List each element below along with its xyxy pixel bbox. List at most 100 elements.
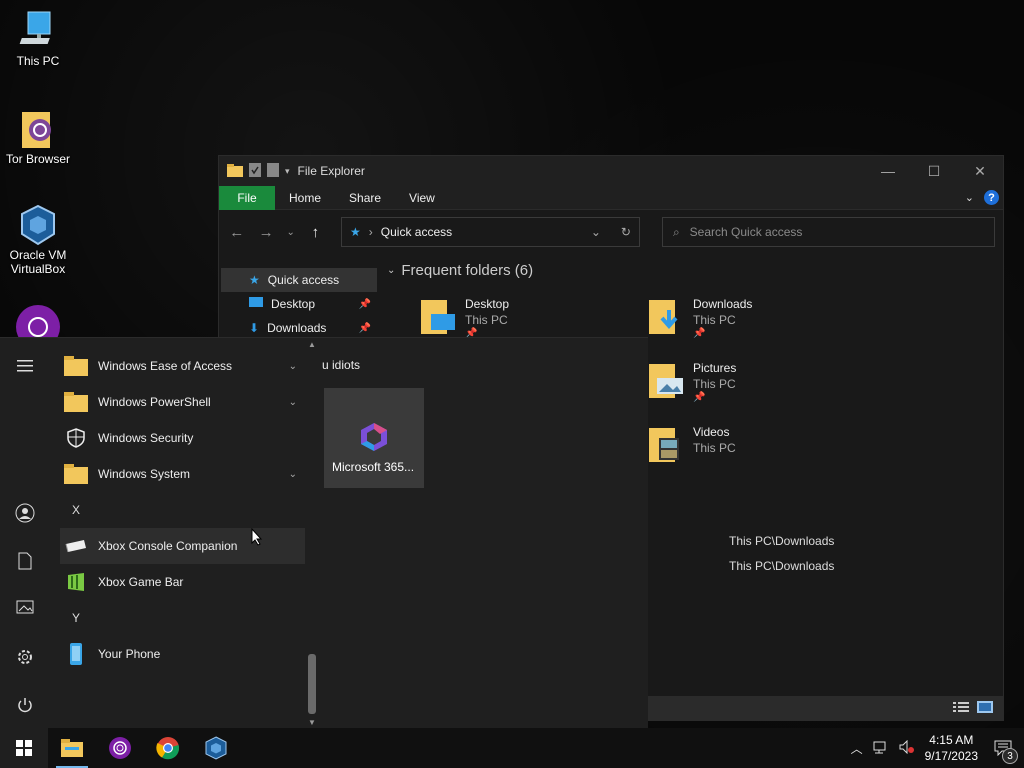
ribbon-tabs: File Home Share View ⌄ ? bbox=[219, 185, 1003, 210]
nav-label: Quick access bbox=[267, 273, 340, 287]
folder-icon bbox=[64, 463, 88, 485]
desktop-folder-icon bbox=[419, 296, 457, 336]
app-windows-powershell[interactable]: Windows PowerShell ⌄ bbox=[60, 384, 305, 420]
customize-dropdown-icon[interactable]: ▾ bbox=[285, 166, 290, 177]
quick-access-toolbar: ▾ bbox=[219, 162, 290, 180]
app-windows-security[interactable]: Windows Security bbox=[60, 420, 305, 456]
folder-tile-pictures[interactable]: Pictures This PC 📌 bbox=[647, 360, 736, 403]
pictures-folder-icon bbox=[647, 360, 685, 400]
up-arrow-icon[interactable]: ↑ bbox=[306, 224, 325, 241]
address-dropdown-icon[interactable]: ⌄ bbox=[591, 225, 601, 239]
download-icon: ⬇ bbox=[249, 321, 260, 335]
recent-file-path[interactable]: This PC\Downloads bbox=[729, 559, 834, 573]
pin-icon: 📌 bbox=[358, 298, 371, 310]
hamburger-menu-icon[interactable] bbox=[0, 360, 50, 372]
phone-icon bbox=[64, 643, 88, 665]
pin-icon: 📌 bbox=[693, 328, 706, 339]
scroll-up-icon[interactable]: ▲ bbox=[306, 340, 318, 349]
app-your-phone[interactable]: Your Phone bbox=[60, 636, 305, 672]
maximize-button[interactable]: ☐ bbox=[911, 156, 957, 186]
app-windows-system[interactable]: Windows System ⌄ bbox=[60, 456, 305, 492]
app-label: Your Phone bbox=[98, 647, 161, 661]
letter-header-x[interactable]: X bbox=[60, 492, 305, 528]
desktop-icon-this-pc[interactable]: This PC bbox=[0, 10, 76, 68]
details-view-icon[interactable] bbox=[953, 701, 969, 716]
help-icon[interactable]: ? bbox=[984, 190, 999, 205]
chevron-down-icon: ⌄ bbox=[288, 396, 297, 408]
expand-ribbon-icon[interactable]: ⌄ bbox=[965, 191, 974, 204]
tab-share[interactable]: Share bbox=[335, 186, 395, 210]
start-button[interactable] bbox=[0, 728, 48, 768]
shield-icon bbox=[64, 427, 88, 449]
action-center-button[interactable]: 3 bbox=[988, 740, 1018, 764]
taskbar-file-explorer[interactable] bbox=[48, 728, 96, 768]
taskbar-virtualbox[interactable] bbox=[192, 728, 240, 768]
search-box[interactable]: ⌕ Search Quick access bbox=[661, 217, 995, 247]
desktop-icon-tor-browser[interactable]: Tor Browser bbox=[0, 108, 76, 166]
folder-name: Downloads bbox=[693, 297, 753, 311]
clock[interactable]: 4:15 AM 9/17/2023 bbox=[925, 732, 978, 764]
folder-tile-videos[interactable]: Videos This PC bbox=[647, 424, 736, 464]
address-bar[interactable]: ★ › Quick access ⌄ ↻ bbox=[341, 217, 640, 247]
folder-name: Desktop bbox=[465, 297, 510, 311]
large-icons-view-icon[interactable] bbox=[977, 700, 993, 716]
taskbar-chrome[interactable] bbox=[144, 728, 192, 768]
taskbar-tor-browser[interactable] bbox=[96, 728, 144, 768]
app-label: Xbox Game Bar bbox=[98, 575, 184, 589]
nav-item-quick-access[interactable]: ★ Quick access bbox=[221, 268, 377, 292]
file-explorer-icon bbox=[61, 739, 83, 757]
pin-icon: 📌 bbox=[358, 322, 371, 334]
app-xbox-game-bar[interactable]: Xbox Game Bar bbox=[60, 564, 305, 600]
settings-gear-icon[interactable] bbox=[0, 648, 50, 666]
chevron-down-icon: ⌄ bbox=[288, 360, 297, 372]
back-arrow-icon[interactable]: ← bbox=[227, 224, 246, 241]
app-label: Windows System bbox=[98, 467, 191, 481]
desktop-icon-label: This PC bbox=[16, 54, 60, 68]
chevron-down-icon: ⌄ bbox=[387, 265, 396, 276]
folder-location: This PC bbox=[693, 377, 736, 391]
tab-view[interactable]: View bbox=[395, 186, 449, 210]
user-account-icon[interactable] bbox=[0, 503, 50, 523]
navigation-bar: ← → ⌄ ↑ ★ › Quick access ⌄ ↻ ⌕ Search Qu… bbox=[219, 210, 1003, 254]
tab-home[interactable]: Home bbox=[275, 186, 335, 210]
system-tray: ︿ 4:15 AM 9/17/2023 3 bbox=[851, 728, 1024, 768]
refresh-icon[interactable]: ↻ bbox=[621, 225, 631, 239]
tile-group-title[interactable]: u idiots bbox=[322, 358, 360, 372]
letter-header-y[interactable]: Y bbox=[60, 600, 305, 636]
app-windows-ease-of-access[interactable]: Windows Ease of Access ⌄ bbox=[60, 348, 305, 384]
recent-locations-icon[interactable]: ⌄ bbox=[286, 227, 296, 238]
nav-item-desktop[interactable]: Desktop 📌 bbox=[221, 292, 377, 316]
nav-label: Desktop bbox=[271, 297, 316, 311]
tor-folder-icon bbox=[18, 108, 58, 148]
scrollbar-thumb[interactable] bbox=[308, 654, 316, 714]
folder-name: Pictures bbox=[693, 361, 737, 375]
properties-icon[interactable] bbox=[249, 162, 261, 180]
folder-location: This PC bbox=[693, 441, 736, 455]
star-icon: ★ bbox=[350, 225, 361, 239]
recent-file-path[interactable]: This PC\Downloads bbox=[729, 534, 834, 548]
scroll-down-icon[interactable]: ▼ bbox=[306, 718, 318, 727]
new-folder-icon[interactable] bbox=[267, 162, 279, 180]
tab-file[interactable]: File bbox=[219, 185, 275, 210]
frequent-folders-header[interactable]: ⌄ Frequent folders (6) bbox=[387, 262, 533, 279]
power-icon[interactable] bbox=[0, 696, 50, 714]
folder-tile-desktop[interactable]: Desktop This PC 📌 bbox=[419, 296, 509, 339]
tile-microsoft-365[interactable]: Microsoft 365... bbox=[324, 388, 424, 488]
close-button[interactable]: ✕ bbox=[957, 156, 1003, 186]
documents-icon[interactable] bbox=[0, 552, 50, 570]
tor-desktop-icon-partial[interactable] bbox=[15, 304, 61, 337]
app-label: Windows PowerShell bbox=[98, 395, 211, 409]
desktop-icon-virtualbox[interactable]: Oracle VM VirtualBox bbox=[0, 204, 76, 276]
group-title: Frequent folders (6) bbox=[401, 262, 534, 279]
app-list-scrollbar[interactable]: ▲ ▼ bbox=[306, 338, 318, 729]
app-xbox-console-companion[interactable]: Xbox Console Companion bbox=[60, 528, 305, 564]
network-icon[interactable] bbox=[873, 740, 889, 757]
volume-muted-icon[interactable] bbox=[899, 739, 915, 757]
folder-name: Videos bbox=[693, 425, 730, 439]
show-hidden-icons-chevron-icon[interactable]: ︿ bbox=[851, 740, 863, 757]
folder-tile-downloads[interactable]: Downloads This PC 📌 bbox=[647, 296, 752, 339]
pictures-icon[interactable] bbox=[0, 600, 50, 614]
folder-icon bbox=[64, 355, 88, 377]
forward-arrow-icon[interactable]: → bbox=[256, 224, 275, 241]
minimize-button[interactable]: — bbox=[865, 156, 911, 186]
